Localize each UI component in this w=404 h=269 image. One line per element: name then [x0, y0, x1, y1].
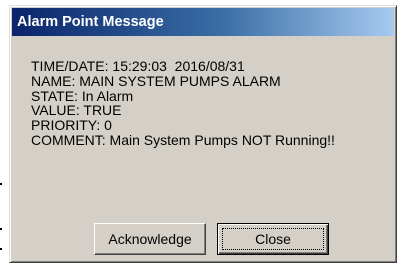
edge-mark	[0, 228, 2, 230]
acknowledge-button-label: Acknowledge	[108, 231, 192, 247]
edge-mark	[0, 248, 2, 250]
acknowledge-button[interactable]: Acknowledge	[94, 223, 206, 255]
value-line: VALUE: TRUE	[31, 102, 122, 119]
close-button-label: Close	[255, 231, 291, 247]
alarm-message-body: TIME/DATE: 15:29:03 2016/08/31 NAME: MAI…	[31, 59, 335, 148]
title-bar[interactable]: Alarm Point Message	[12, 8, 394, 36]
alarm-name-line: NAME: MAIN SYSTEM PUMPS ALARM	[31, 72, 281, 89]
close-button[interactable]: Close	[217, 223, 329, 255]
time-date-line: TIME/DATE: 15:29:03 2016/08/31	[31, 58, 245, 74]
alarm-point-message-dialog: Alarm Point Message TIME/DATE: 15:29:03 …	[9, 5, 397, 263]
state-line: STATE: In Alarm	[31, 87, 134, 104]
priority-line: PRIORITY: 0	[31, 117, 112, 134]
edge-mark	[0, 183, 2, 185]
window-title: Alarm Point Message	[17, 14, 164, 30]
screenshot-stage: Alarm Point Message TIME/DATE: 15:29:03 …	[0, 0, 404, 269]
comment-line: COMMENT: Main System Pumps NOT Running!!	[31, 131, 335, 148]
